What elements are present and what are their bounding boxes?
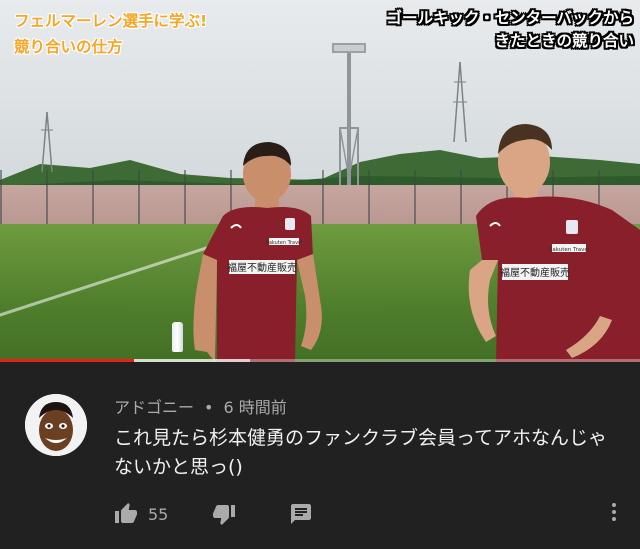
avatar-image: [25, 394, 87, 456]
more-dot: [612, 517, 616, 521]
more-dot: [612, 503, 616, 507]
jersey-chest-text: Rakuten Travel: [266, 240, 303, 246]
comment-text: これ見たら杉本健勇のファンクラブ会員ってアホなんじゃないかと思っ(): [114, 427, 608, 478]
like-count: 55: [148, 504, 169, 524]
water-bottle: [172, 322, 183, 352]
meta-separator: •: [204, 398, 214, 417]
caption-line: フェルマーレン選手に学ぶ!: [14, 12, 208, 30]
jersey-sponsor-text: 福屋不動産販売: [227, 261, 297, 274]
video-caption-left: フェルマーレン選手に学ぶ! 競り合いの仕方: [14, 8, 207, 60]
power-pylon: [41, 112, 53, 172]
comment-thread: アドゴニー • 6 時間前 これ見たら杉本健勇のファンクラブ会員ってアホなんじゃない…: [0, 362, 640, 549]
jersey-chest-text: Rakuten Travel: [549, 247, 590, 253]
more-vertical-icon[interactable]: [602, 500, 626, 528]
thumbs-up-icon: [115, 503, 137, 523]
caption-line: 競り合いの仕方: [14, 38, 123, 56]
video-player[interactable]: 福屋不動産販売 Rakuten Travel 福屋不動産販売 Rakuten T…: [0, 0, 640, 362]
caption-line: きたときの競り合い: [494, 32, 634, 50]
comment-meta: アドゴニー • 6 時間前: [114, 394, 287, 418]
comment-icon: [291, 504, 311, 524]
caption-line: ゴールキック・センターバックから: [386, 9, 634, 27]
more-dot: [612, 510, 616, 514]
dislike-button[interactable]: [212, 499, 236, 529]
jersey-sponsor-text: 福屋不動産販売: [500, 266, 570, 279]
comment-timestamp[interactable]: 6 時間前: [223, 394, 286, 418]
player-left: 福屋不動産販売 Rakuten Travel: [193, 142, 322, 362]
thumbs-down-icon: [213, 505, 235, 525]
player-right: 福屋不動産販売 Rakuten Travel: [468, 124, 640, 362]
avatar[interactable]: [25, 394, 87, 456]
like-button[interactable]: 55: [114, 499, 168, 529]
comment-author[interactable]: アドゴニー: [114, 394, 194, 418]
reply-button[interactable]: [289, 499, 313, 529]
video-caption-right: ゴールキック・センターバックから きたときの競り合い: [386, 7, 634, 53]
